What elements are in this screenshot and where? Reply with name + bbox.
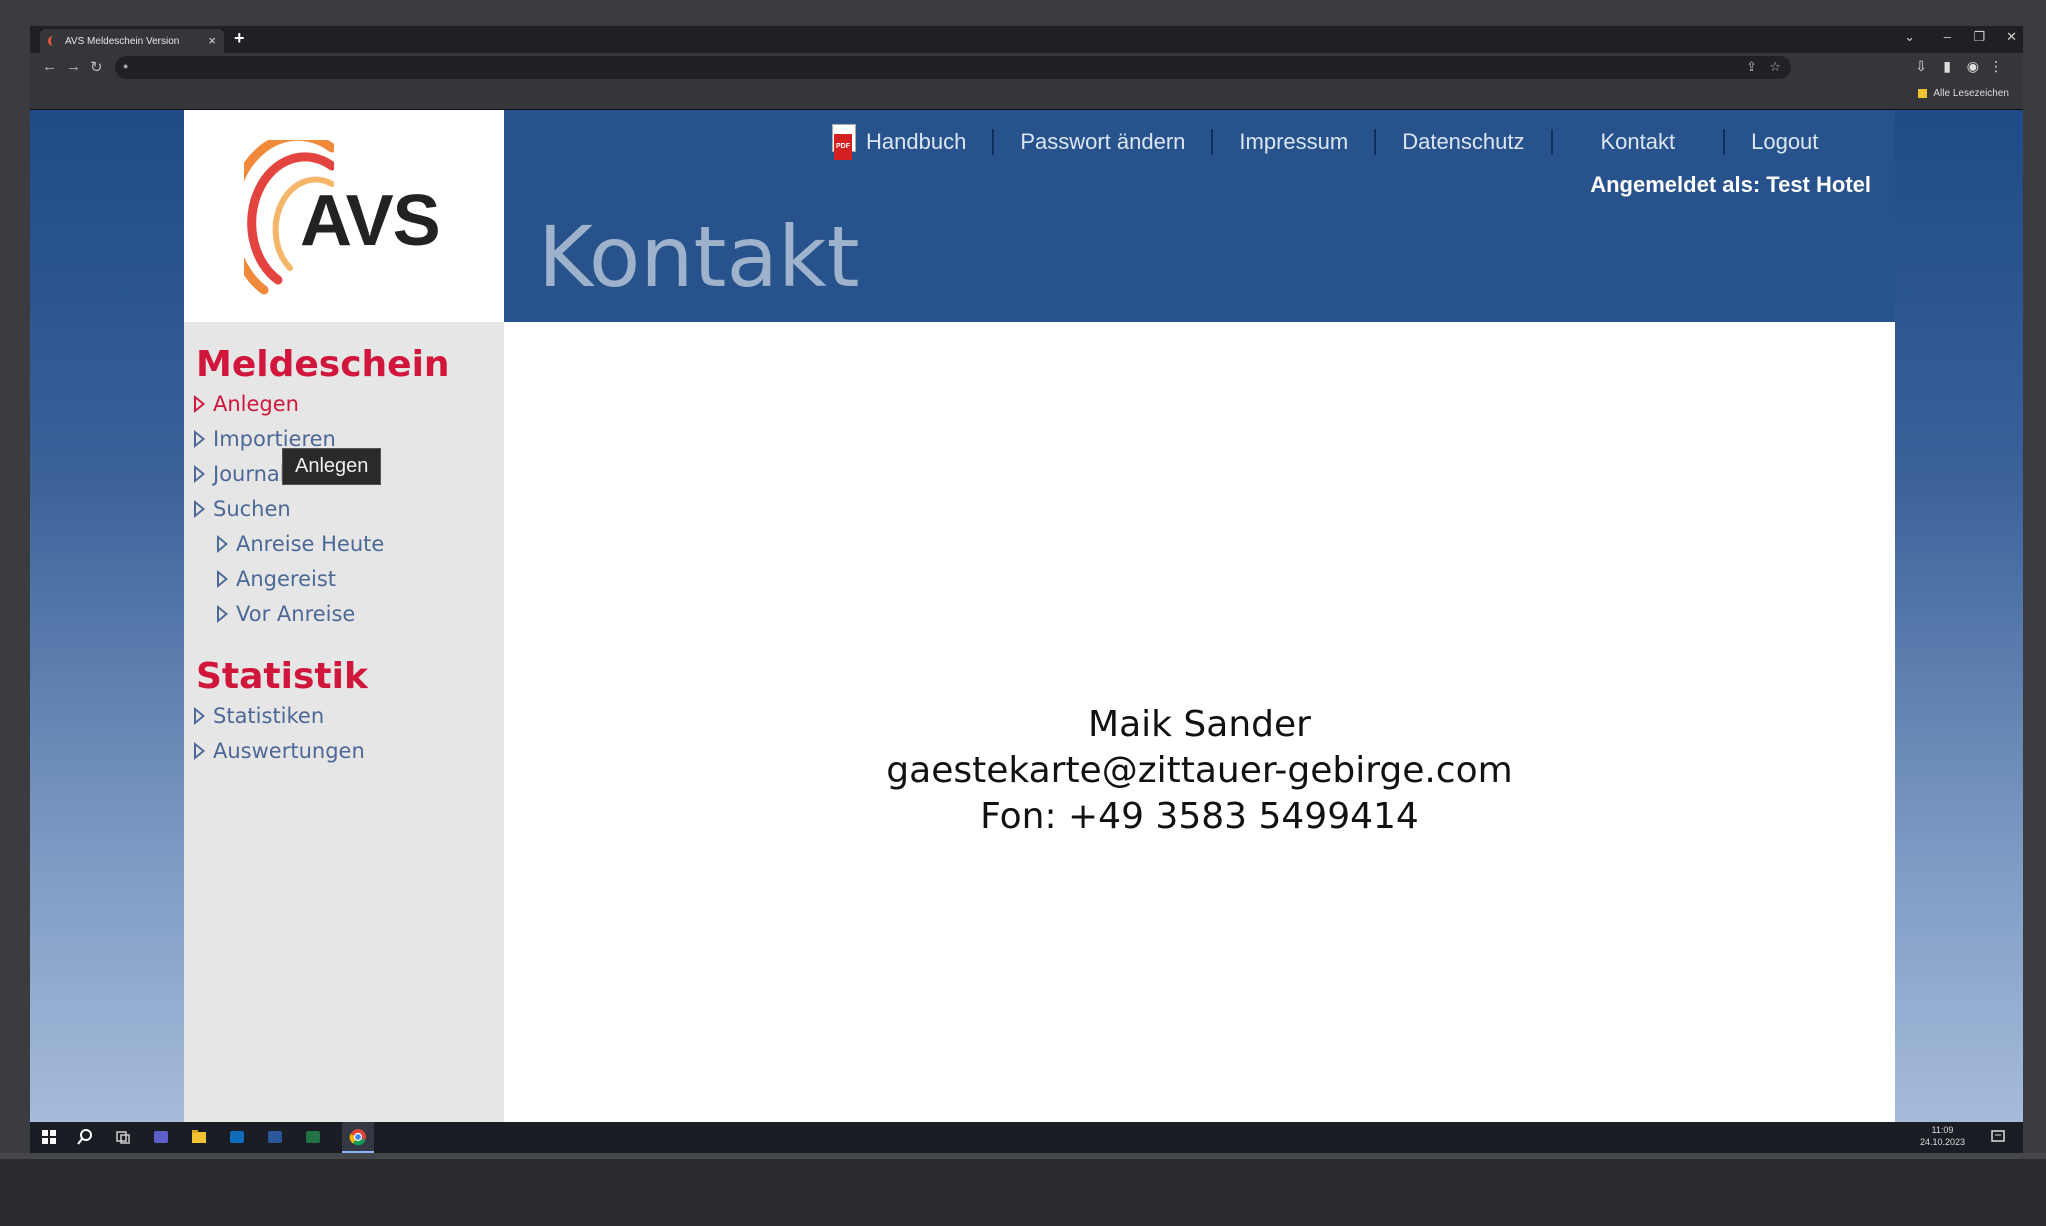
tab-search-icon[interactable]: ⌄ — [1904, 29, 1915, 45]
notification-icon[interactable] — [1989, 1128, 2007, 1146]
address-bar[interactable]: ● ⇪ ☆ — [115, 56, 1791, 79]
back-icon[interactable]: ← — [42, 58, 57, 75]
search-icon[interactable] — [76, 1128, 94, 1146]
screen: AVS Meldeschein Version × + ⌄ – ❐ ✕ ← → … — [30, 26, 2023, 1153]
monitor-bezel-right — [2023, 0, 2046, 1160]
system-clock[interactable]: 11:09 24.10.2023 — [1920, 1124, 1965, 1148]
menu-item-auswertungen[interactable]: Auswertungen — [194, 739, 365, 763]
section-title-statistik: Statistik — [196, 656, 368, 697]
nav-datenschutz[interactable]: Datenschutz — [1374, 129, 1550, 155]
menu-item-label: Vor Anreise — [236, 602, 356, 626]
menu-item-label: Auswertungen — [213, 739, 365, 763]
reload-icon[interactable]: ↻ — [90, 58, 103, 76]
monitor-bezel-top — [0, 0, 2046, 26]
windows-start-icon[interactable] — [40, 1128, 58, 1146]
page-title: Kontakt — [538, 208, 860, 306]
tooltip: Anlegen — [282, 448, 382, 485]
tab-favicon-icon — [48, 36, 59, 46]
menu-item-journal[interactable]: Journal — [194, 462, 286, 486]
menu-dots-icon[interactable]: ⋮ — [1989, 58, 2003, 75]
forward-icon[interactable]: → — [66, 58, 81, 75]
new-tab-icon[interactable]: + — [234, 28, 245, 49]
tab-title: AVS Meldeschein Version — [65, 35, 180, 47]
nav-kontakt[interactable]: Kontakt — [1550, 129, 1724, 155]
menu-item-label: Angereist — [236, 567, 337, 591]
folder-icon — [1918, 89, 1928, 98]
triangle-right-icon — [194, 395, 205, 413]
share-icon[interactable]: ⇪ — [1746, 59, 1757, 75]
excel-icon[interactable] — [304, 1128, 322, 1146]
all-bookmarks-button[interactable]: Alle Lesezeichen — [1918, 88, 2009, 99]
minimize-icon[interactable]: – — [1944, 29, 1951, 44]
triangle-right-icon — [194, 742, 205, 760]
triangle-right-icon — [194, 707, 205, 725]
nav-logout[interactable]: Logout — [1723, 129, 1818, 155]
task-view-icon[interactable] — [114, 1128, 132, 1146]
tab-close-icon[interactable]: × — [208, 33, 216, 48]
triangle-right-icon — [217, 535, 228, 553]
avs-logo[interactable]: AVS — [184, 110, 504, 322]
all-bookmarks-label: Alle Lesezeichen — [1933, 88, 2009, 99]
menu-item-anlegen[interactable]: Anlegen — [194, 392, 299, 416]
sidepanel-icon[interactable]: ▮ — [1943, 58, 1951, 75]
lock-icon: ● — [123, 61, 129, 71]
triangle-right-icon — [194, 430, 205, 448]
os-taskbar: 11:09 24.10.2023 — [30, 1122, 2023, 1153]
nav-passwort-aendern[interactable]: Passwort ändern — [992, 129, 1211, 155]
monitor-bezel-bottom — [0, 1153, 2046, 1226]
contact-block: Maik Sander gaestekarte@zittauer-gebirge… — [504, 702, 1895, 840]
logo-text: AVS — [300, 181, 441, 261]
browser-tabstrip: AVS Meldeschein Version × + ⌄ – ❐ ✕ — [30, 26, 2023, 53]
nav-impressum[interactable]: Impressum — [1211, 129, 1374, 155]
triangle-right-icon — [194, 465, 205, 483]
menu-item-label: Anlegen — [213, 392, 299, 416]
nav-handbuch[interactable]: PDF Handbuch — [832, 124, 992, 160]
nav-handbuch-label: Handbuch — [866, 129, 967, 154]
chrome-taskbar-button[interactable] — [342, 1122, 374, 1153]
browser-toolbar: ← → ↻ ● ⇪ ☆ ⇩ ▮ ◉ ⋮ — [30, 53, 2023, 82]
download-icon[interactable]: ⇩ — [1915, 58, 1927, 75]
page-header: PDF Handbuch Passwort ändern Impressum D… — [504, 110, 1895, 322]
triangle-right-icon — [194, 500, 205, 518]
bookmarks-bar: Alle Lesezeichen — [30, 82, 2023, 110]
chrome-icon — [349, 1129, 366, 1146]
menu-item-angereist[interactable]: Angereist — [217, 567, 336, 591]
menu-item-vor-anreise[interactable]: Vor Anreise — [217, 602, 355, 626]
triangle-right-icon — [217, 570, 228, 588]
clock-date: 24.10.2023 — [1919, 1137, 1965, 1147]
contact-name: Maik Sander — [1088, 704, 1311, 745]
outlook-icon[interactable] — [228, 1128, 246, 1146]
menu-item-label: Statistiken — [213, 704, 325, 728]
main-content: Maik Sander gaestekarte@zittauer-gebirge… — [504, 322, 1895, 1122]
section-title-meldeschein: Meldeschein — [196, 344, 450, 385]
bookmark-star-icon[interactable]: ☆ — [1769, 59, 1781, 75]
menu-item-statistiken[interactable]: Statistiken — [194, 704, 324, 728]
maximize-icon[interactable]: ❐ — [1973, 29, 1985, 45]
triangle-right-icon — [217, 605, 228, 623]
contact-email: gaestekarte@zittauer-gebirge.com — [886, 750, 1513, 791]
menu-item-anreise-heute[interactable]: Anreise Heute — [217, 532, 384, 556]
top-navigation: PDF Handbuch Passwort ändern Impressum D… — [832, 124, 1818, 160]
profile-avatar-icon[interactable]: ◉ — [1967, 58, 1979, 75]
teams-icon[interactable] — [152, 1128, 170, 1146]
web-page: AVS PDF Handbuch Passwort ändern Impress… — [30, 110, 2023, 1122]
file-explorer-icon[interactable] — [190, 1128, 208, 1146]
logged-in-user: Angemeldet als: Test Hotel — [1590, 172, 1871, 197]
menu-item-label: Suchen — [213, 497, 291, 521]
monitor-bezel-left — [0, 0, 30, 1160]
contact-phone: Fon: +49 3583 5499414 — [980, 796, 1419, 837]
menu-item-label: Anreise Heute — [236, 532, 385, 556]
menu-item-suchen[interactable]: Suchen — [194, 497, 291, 521]
clock-time: 11:09 — [1931, 1125, 1954, 1135]
pdf-icon: PDF — [832, 124, 856, 160]
browser-tab[interactable]: AVS Meldeschein Version × — [40, 29, 224, 53]
word-icon[interactable] — [266, 1128, 284, 1146]
menu-item-label: Journal — [213, 462, 286, 486]
sidebar: Meldeschein Anlegen Importieren Journal … — [184, 322, 504, 1122]
close-window-icon[interactable]: ✕ — [2006, 29, 2017, 45]
